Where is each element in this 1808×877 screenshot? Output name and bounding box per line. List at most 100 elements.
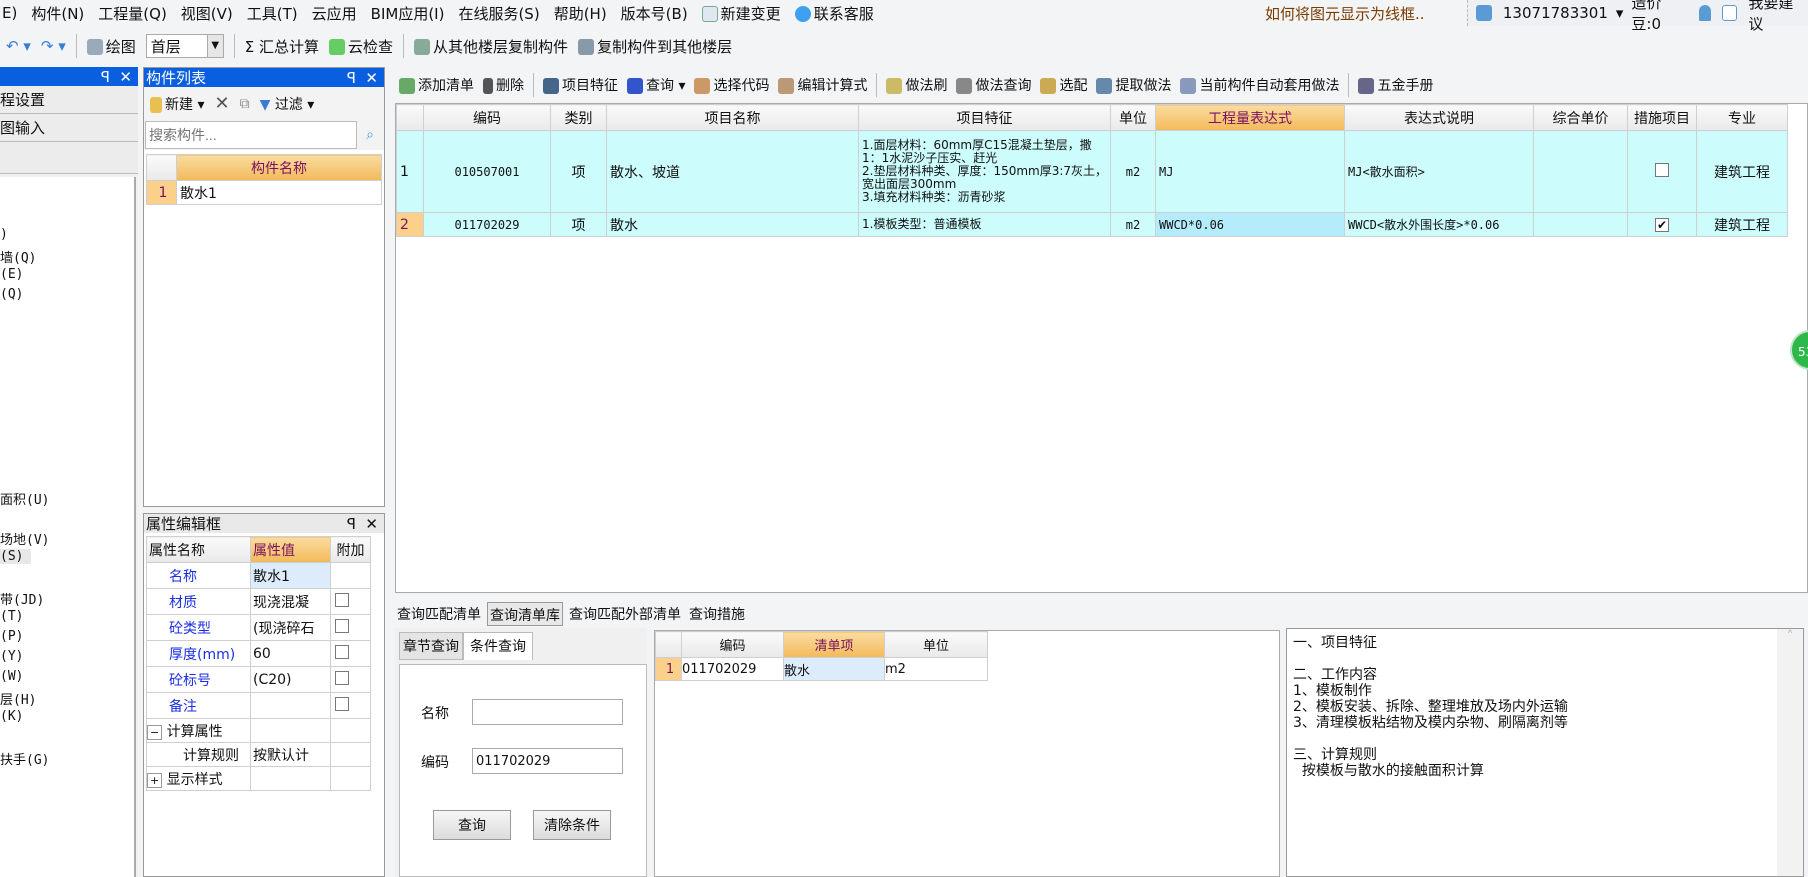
tree-item[interactable]: 墙(Q)	[0, 247, 36, 266]
col-header[interactable]: 专业	[1696, 104, 1788, 131]
search-icon[interactable]: ⌕	[357, 121, 383, 149]
method-brush-button[interactable]: 做法刷	[886, 75, 947, 95]
component-search-input[interactable]	[145, 121, 357, 149]
tree-item[interactable]: (W)	[0, 669, 23, 684]
query-button[interactable]: 查询	[433, 810, 511, 840]
col-header[interactable]: 表达式说明	[1344, 104, 1534, 131]
table-row[interactable]: 1 散水1	[146, 180, 382, 205]
floor-select[interactable]: 首层 ▼	[145, 34, 224, 58]
method-query-button[interactable]: 做法查询	[956, 75, 1031, 95]
menu-view[interactable]: 视图(V)	[181, 3, 233, 24]
nav-item[interactable]: 程设置	[0, 86, 138, 114]
help-tip-link[interactable]: 如何将图元显示为线框..	[1265, 3, 1425, 24]
col-component-name[interactable]: 构件名称	[176, 154, 382, 181]
hardware-manual-button[interactable]: 五金手册	[1358, 75, 1433, 95]
tree-item[interactable]: (E)	[0, 267, 23, 282]
tree-item[interactable]: (Y)	[0, 649, 23, 664]
code-cell[interactable]: 010507001	[423, 130, 551, 213]
unit-cell[interactable]: m2	[1110, 212, 1156, 237]
major-cell[interactable]: 建筑工程	[1696, 130, 1788, 213]
price-cell[interactable]	[1533, 212, 1628, 237]
tree-item[interactable]: 层(H)	[0, 689, 36, 708]
tree-item[interactable]: 扶手(G)	[0, 749, 49, 768]
property-row[interactable]: 材质 现浇混凝	[146, 588, 371, 615]
property-row[interactable]: 砼类型 (现浇碎石	[146, 614, 371, 641]
nav-item[interactable]: 图输入	[0, 114, 138, 142]
name-input[interactable]	[472, 699, 623, 725]
menu-edit[interactable]: E)	[2, 4, 17, 22]
price-cell[interactable]	[1533, 130, 1628, 213]
menu-bim[interactable]: BIM应用(I)	[371, 3, 445, 24]
menu-cloud[interactable]: 云应用	[312, 3, 357, 24]
type-cell[interactable]: 项	[550, 212, 607, 237]
delete-icon[interactable]: ✕	[214, 93, 229, 114]
property-row[interactable]: 砼标号 (C20)	[146, 666, 371, 693]
desc-cell[interactable]: WWCD<散水外围长度>*0.06	[1344, 212, 1534, 237]
desc-cell[interactable]: MJ<散水面积>	[1344, 130, 1534, 213]
major-cell[interactable]: 建筑工程	[1696, 212, 1788, 237]
new-change-button[interactable]: 新建变更	[701, 3, 781, 24]
col-header[interactable]: 单位	[1110, 104, 1156, 131]
attach-checkbox[interactable]	[335, 592, 349, 607]
bell-icon[interactable]	[1698, 5, 1711, 21]
tree-item[interactable]: (Q)	[0, 287, 23, 302]
attach-checkbox[interactable]	[335, 644, 349, 659]
tree-item[interactable]: (T)	[0, 609, 23, 624]
tab-chapter-query[interactable]: 章节查询	[399, 632, 463, 660]
tree-item[interactable]: (P)	[0, 629, 23, 644]
menu-help[interactable]: 帮助(H)	[554, 3, 607, 24]
tab-condition-query[interactable]: 条件查询	[463, 632, 533, 660]
delete-button[interactable]: 删除	[483, 75, 524, 95]
add-list-button[interactable]: 添加清单	[399, 75, 474, 95]
menu-online[interactable]: 在线服务(S)	[458, 3, 539, 24]
pin-icon[interactable]: ꟼ	[347, 515, 356, 533]
scrollbar[interactable]: ˄	[1777, 629, 1803, 876]
undo-button[interactable]: ↶ ▾	[6, 37, 31, 55]
menu-tools[interactable]: 工具(T)	[247, 3, 298, 24]
feature-cell[interactable]: 1.模板类型：普通模板	[858, 212, 1111, 237]
property-row[interactable]: 厚度(mm) 60	[146, 640, 371, 667]
measure-checkbox[interactable]: ✔	[1655, 217, 1669, 232]
new-component-button[interactable]: 新建 ▾	[150, 94, 204, 114]
expr-cell[interactable]: WWCD*0.06	[1155, 212, 1345, 237]
property-row[interactable]: 名称 散水1	[146, 562, 371, 589]
close-icon[interactable]: ✕	[365, 515, 378, 533]
col-header[interactable]: 措施项目	[1627, 104, 1697, 131]
pin-icon[interactable]: ꟼ	[101, 68, 110, 86]
attach-checkbox[interactable]	[335, 618, 349, 633]
tree-item[interactable]: )	[0, 227, 8, 242]
tree-item[interactable]: 面积(U)	[0, 489, 49, 508]
copy-icon[interactable]: ⧉	[240, 96, 250, 112]
type-cell[interactable]: 项	[550, 130, 607, 213]
user-account[interactable]: 13071783301	[1503, 4, 1608, 22]
support-button[interactable]: 联系客服	[794, 3, 874, 24]
col-header[interactable]: 类别	[550, 104, 607, 131]
tab-measures[interactable]: 查询措施	[687, 602, 747, 626]
table-row[interactable]: 1 011702029 散水 m2	[655, 657, 988, 681]
menu-component[interactable]: 构件(N)	[31, 3, 84, 24]
property-row[interactable]: 计算规则 按默认计	[146, 742, 371, 767]
tab-list-library[interactable]: 查询清单库	[487, 602, 563, 626]
auto-apply-button[interactable]: 当前构件自动套用做法	[1180, 75, 1339, 95]
group-display-style[interactable]: + 显示样式	[146, 766, 371, 791]
tree-item[interactable]: 带(JD)	[0, 589, 44, 608]
clear-conditions-button[interactable]: 清除条件	[533, 810, 611, 840]
attach-checkbox[interactable]	[335, 670, 349, 685]
unit-cell[interactable]: m2	[1110, 130, 1156, 213]
col-header[interactable]: 工程量表达式	[1155, 104, 1345, 131]
tab-match-list[interactable]: 查询匹配清单	[395, 602, 483, 626]
tree-item[interactable]: (K)	[0, 709, 23, 724]
code-cell[interactable]: 011702029	[423, 212, 551, 237]
search-button[interactable]: 查询 ▾	[627, 75, 685, 95]
table-row[interactable]: 1 010507001 项散水、坡道 1.面层材料：60mm厚C15混凝土垫层，撒1：…	[396, 130, 1788, 213]
menu-version[interactable]: 版本号(B)	[621, 3, 688, 24]
match-button[interactable]: 选配	[1040, 75, 1087, 95]
col-header[interactable]: 项目特征	[858, 104, 1111, 131]
tree-item[interactable]: 场地(V)	[0, 529, 49, 548]
redo-button[interactable]: ↷ ▾	[41, 37, 66, 55]
code-input[interactable]: 011702029	[472, 748, 623, 774]
expand-icon[interactable]: +	[147, 772, 163, 788]
pin-icon[interactable]: ꟼ	[347, 69, 356, 87]
feature-cell[interactable]: 1.面层材料：60mm厚C15混凝土垫层，撒1：1水泥沙子压实、赶光 2.垫层材…	[858, 130, 1111, 213]
tree-item[interactable]: (S)	[0, 549, 32, 564]
